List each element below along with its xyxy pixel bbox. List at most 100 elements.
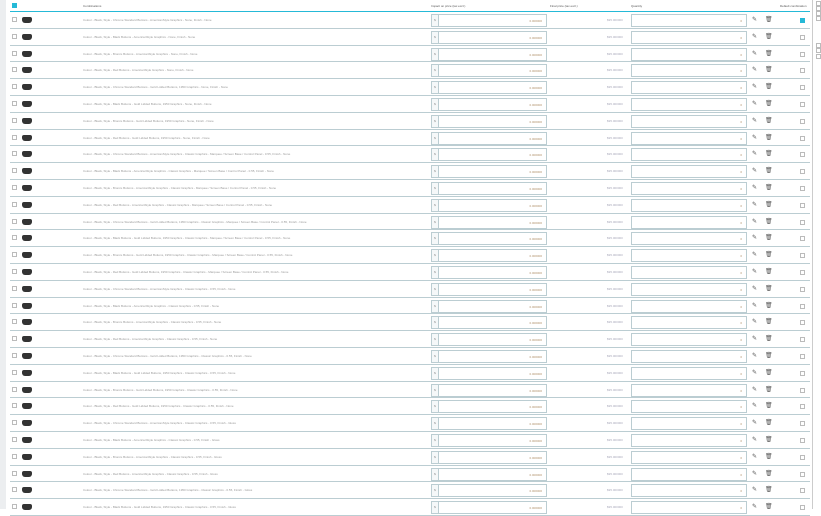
row-checkbox[interactable] xyxy=(12,487,17,493)
trash-icon[interactable]: 🗑 xyxy=(765,268,773,275)
impact-price-input[interactable]: $0.000000 xyxy=(431,47,547,61)
edit-icon[interactable]: ✎ xyxy=(752,470,757,477)
row-checkbox[interactable] xyxy=(12,84,17,90)
edit-icon[interactable]: ✎ xyxy=(752,386,757,393)
trash-icon[interactable]: 🗑 xyxy=(765,453,773,460)
edit-icon[interactable]: ✎ xyxy=(752,100,757,107)
trash-icon[interactable]: 🗑 xyxy=(765,369,773,376)
row-checkbox[interactable] xyxy=(12,184,17,190)
default-combination-radio[interactable] xyxy=(800,437,805,443)
default-combination-radio[interactable] xyxy=(800,118,805,124)
trash-icon[interactable]: 🗑 xyxy=(765,318,773,325)
quantity-input[interactable]: 0 xyxy=(631,47,747,61)
trash-icon[interactable]: 🗑 xyxy=(765,419,773,426)
quantity-input[interactable]: 0 xyxy=(631,433,747,447)
quantity-input[interactable]: 0 xyxy=(631,400,747,414)
row-checkbox[interactable] xyxy=(12,386,17,392)
impact-price-input[interactable]: $0.000000 xyxy=(431,400,547,414)
trash-icon[interactable]: 🗑 xyxy=(765,134,773,141)
default-combination-radio[interactable] xyxy=(800,269,805,275)
default-combination-radio[interactable] xyxy=(800,286,805,292)
quantity-input[interactable]: 0 xyxy=(631,97,747,111)
default-combination-radio[interactable] xyxy=(800,421,805,427)
impact-price-input[interactable]: $0.000000 xyxy=(431,249,547,263)
impact-price-input[interactable]: $0.000000 xyxy=(431,148,547,162)
trash-icon[interactable]: 🗑 xyxy=(765,486,773,493)
edit-icon[interactable]: ✎ xyxy=(752,167,757,174)
panel-checkbox[interactable] xyxy=(816,48,821,53)
quantity-input[interactable]: 0 xyxy=(631,333,747,347)
row-checkbox[interactable] xyxy=(12,453,17,459)
quantity-input[interactable]: 0 xyxy=(631,30,747,44)
quantity-input[interactable]: 0 xyxy=(631,282,747,296)
edit-icon[interactable]: ✎ xyxy=(752,50,757,57)
edit-icon[interactable]: ✎ xyxy=(752,419,757,426)
trash-icon[interactable]: 🗑 xyxy=(765,201,773,208)
row-checkbox[interactable] xyxy=(12,50,17,56)
row-checkbox[interactable] xyxy=(12,403,17,409)
impact-price-input[interactable]: $0.000000 xyxy=(431,265,547,279)
default-combination-radio[interactable] xyxy=(800,169,805,175)
edit-icon[interactable]: ✎ xyxy=(752,453,757,460)
impact-price-input[interactable]: $0.000000 xyxy=(431,299,547,313)
edit-icon[interactable]: ✎ xyxy=(752,218,757,225)
row-checkbox[interactable] xyxy=(12,67,17,73)
row-checkbox[interactable] xyxy=(12,352,17,358)
impact-price-input[interactable]: $0.000000 xyxy=(431,14,547,27)
row-checkbox[interactable] xyxy=(12,436,17,442)
impact-price-input[interactable]: $0.000000 xyxy=(431,366,547,380)
trash-icon[interactable]: 🗑 xyxy=(765,302,773,309)
quantity-input[interactable]: 0 xyxy=(631,366,747,380)
edit-icon[interactable]: ✎ xyxy=(752,66,757,73)
quantity-input[interactable]: 0 xyxy=(631,181,747,195)
trash-icon[interactable]: 🗑 xyxy=(765,251,773,258)
trash-icon[interactable]: 🗑 xyxy=(765,234,773,241)
edit-icon[interactable]: ✎ xyxy=(752,335,757,342)
quantity-input[interactable]: 0 xyxy=(631,265,747,279)
quantity-input[interactable]: 0 xyxy=(631,501,747,515)
impact-price-input[interactable]: $0.000000 xyxy=(431,467,547,481)
row-checkbox[interactable] xyxy=(12,369,17,375)
edit-icon[interactable]: ✎ xyxy=(752,369,757,376)
edit-icon[interactable]: ✎ xyxy=(752,134,757,141)
edit-icon[interactable]: ✎ xyxy=(752,486,757,493)
quantity-input[interactable]: 0 xyxy=(631,14,747,27)
row-checkbox[interactable] xyxy=(12,420,17,426)
quantity-input[interactable]: 0 xyxy=(631,249,747,263)
edit-icon[interactable]: ✎ xyxy=(752,201,757,208)
impact-price-input[interactable]: $0.000000 xyxy=(431,501,547,515)
trash-icon[interactable]: 🗑 xyxy=(765,16,773,23)
default-combination-radio[interactable] xyxy=(800,152,805,158)
impact-price-input[interactable]: $0.000000 xyxy=(431,232,547,246)
quantity-input[interactable]: 0 xyxy=(631,349,747,363)
quantity-input[interactable]: 0 xyxy=(631,198,747,212)
row-checkbox[interactable] xyxy=(12,302,17,308)
trash-icon[interactable]: 🗑 xyxy=(765,50,773,57)
impact-price-input[interactable]: $0.000000 xyxy=(431,333,547,347)
impact-price-input[interactable]: $0.000000 xyxy=(431,81,547,95)
row-checkbox[interactable] xyxy=(12,151,17,157)
trash-icon[interactable]: 🗑 xyxy=(765,150,773,157)
trash-icon[interactable]: 🗑 xyxy=(765,352,773,359)
trash-icon[interactable]: 🗑 xyxy=(765,218,773,225)
quantity-input[interactable]: 0 xyxy=(631,165,747,179)
row-checkbox[interactable] xyxy=(12,134,17,140)
row-checkbox[interactable] xyxy=(12,218,17,224)
trash-icon[interactable]: 🗑 xyxy=(765,83,773,90)
default-combination-radio[interactable] xyxy=(800,353,805,359)
row-checkbox[interactable] xyxy=(12,17,17,22)
default-combination-radio[interactable] xyxy=(800,471,805,477)
row-checkbox[interactable] xyxy=(12,100,17,106)
quantity-input[interactable]: 0 xyxy=(631,450,747,464)
impact-price-input[interactable]: $0.000000 xyxy=(431,181,547,195)
impact-price-input[interactable]: $0.000000 xyxy=(431,64,547,78)
trash-icon[interactable]: 🗑 xyxy=(765,100,773,107)
impact-price-input[interactable]: $0.000000 xyxy=(431,383,547,397)
trash-icon[interactable]: 🗑 xyxy=(765,436,773,443)
trash-icon[interactable]: 🗑 xyxy=(765,117,773,124)
impact-price-input[interactable]: $0.000000 xyxy=(431,131,547,145)
quantity-input[interactable]: 0 xyxy=(631,484,747,498)
default-combination-radio[interactable] xyxy=(800,387,805,393)
trash-icon[interactable]: 🗑 xyxy=(765,33,773,40)
quantity-input[interactable]: 0 xyxy=(631,215,747,229)
